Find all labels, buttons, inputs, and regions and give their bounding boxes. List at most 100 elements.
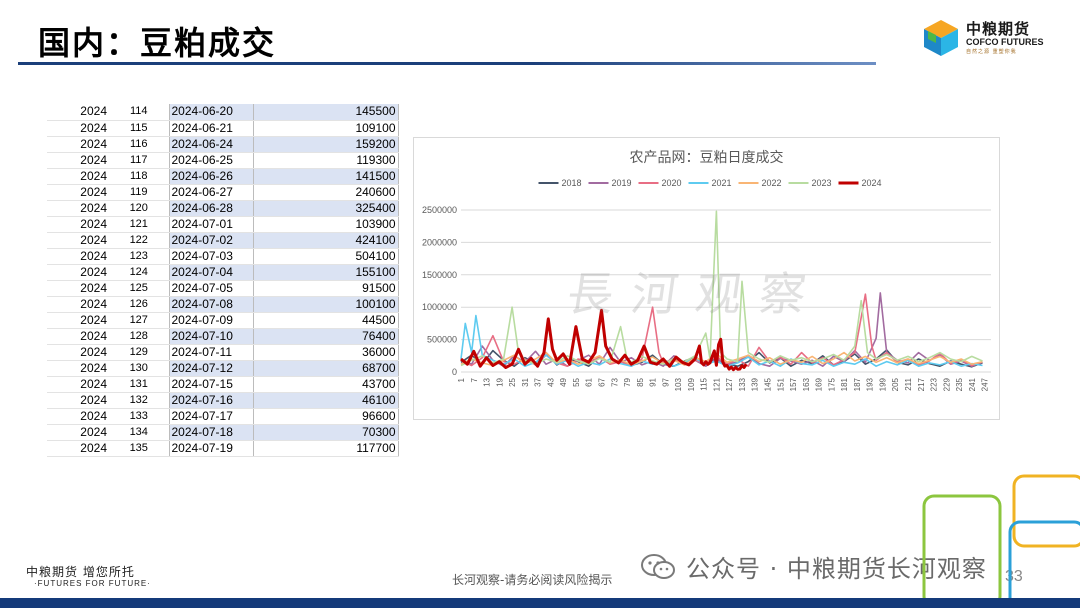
index-cell: 129: [109, 344, 169, 361]
index-cell: 132: [109, 392, 169, 409]
table-row: 2024 133 2024-07-17 96600: [47, 408, 399, 425]
index-cell: 131: [109, 376, 169, 393]
date-cell: 2024-07-11: [168, 344, 253, 361]
x-tick-label: 73: [610, 377, 619, 386]
table-row: 2024 132 2024-07-16 46100: [47, 392, 399, 409]
date-cell: 2024-07-16: [168, 392, 253, 409]
x-tick-label: 175: [827, 377, 836, 391]
x-tick-label: 97: [661, 377, 670, 386]
chart-panel: 0 500000 1000000 1500000 2000000 2500000 1 7 13 1…: [413, 137, 1000, 420]
date-cell: 2024-06-21: [168, 120, 253, 137]
footer-slogan-cn: 中粮期货 增您所托: [26, 565, 135, 579]
x-tick-label: 241: [968, 377, 977, 391]
table-row: 2024 120 2024-06-28 325400: [47, 200, 399, 217]
x-tick-label: 37: [534, 377, 543, 386]
table-row: 2024 117 2024-06-25 119300: [47, 152, 399, 169]
index-cell: 127: [109, 312, 169, 329]
decorative-frames: [922, 474, 1080, 598]
x-tick-label: 1: [457, 377, 466, 382]
volume-cell: 240600: [252, 184, 399, 201]
date-cell: 2024-07-10: [168, 328, 253, 345]
date-cell: 2024-07-08: [168, 296, 253, 313]
x-tick-label: 31: [521, 377, 530, 386]
x-tick-label: 235: [955, 377, 964, 391]
year-cell: 2024: [47, 344, 109, 361]
date-cell: 2024-06-26: [168, 168, 253, 185]
year-cell: 2024: [47, 104, 109, 121]
table-row: 2024 127 2024-07-09 44500: [47, 312, 399, 329]
logo-text-cn: 中粮期货: [966, 20, 1031, 38]
wechat-icon: [641, 554, 675, 579]
date-cell: 2024-06-28: [168, 200, 253, 217]
index-cell: 125: [109, 280, 169, 297]
volume-cell: 141500: [252, 168, 399, 185]
legend-label-2024: 2024: [862, 178, 882, 188]
y-tick-label: 2000000: [422, 237, 457, 247]
table-row: 2024 115 2024-06-21 109100: [47, 120, 399, 137]
x-tick-label: 67: [597, 377, 606, 386]
legend-label-2019: 2019: [612, 178, 632, 188]
table-row: 2024 116 2024-06-24 159200: [47, 136, 399, 153]
index-cell: 124: [109, 264, 169, 281]
volume-cell: 504100: [252, 248, 399, 265]
legend-label-2022: 2022: [762, 178, 782, 188]
x-tick-label: 145: [764, 377, 773, 391]
x-tick-label: 55: [572, 377, 581, 386]
year-cell: 2024: [47, 440, 109, 457]
year-cell: 2024: [47, 248, 109, 265]
index-cell: 130: [109, 360, 169, 377]
x-tick-label: 247: [981, 377, 990, 391]
table-row: 2024 126 2024-07-08 100100: [47, 296, 399, 313]
index-cell: 135: [109, 440, 169, 457]
x-tick-label: 187: [853, 377, 862, 391]
date-cell: 2024-06-24: [168, 136, 253, 153]
x-tick-label: 139: [751, 377, 760, 391]
table-row: 2024 123 2024-07-03 504100: [47, 248, 399, 265]
volume-cell: 424100: [252, 232, 399, 249]
index-cell: 117: [109, 152, 169, 169]
volume-cell: 44500: [252, 312, 399, 329]
volume-cell: 96600: [252, 408, 399, 425]
table-row: 2024 131 2024-07-15 43700: [47, 376, 399, 393]
x-tick-label: 181: [840, 377, 849, 391]
x-tick-label: 193: [866, 377, 875, 391]
x-tick-label: 19: [495, 377, 504, 386]
x-tick-label: 13: [483, 377, 492, 386]
table-row: 2024 134 2024-07-18 70300: [47, 424, 399, 441]
x-tick-label: 133: [738, 377, 747, 391]
x-tick-label: 103: [674, 377, 683, 391]
volume-cell: 119300: [252, 152, 399, 169]
index-cell: 126: [109, 296, 169, 313]
x-tick-label: 43: [546, 377, 555, 386]
legend-label-2021: 2021: [712, 178, 732, 188]
table-row: 2024 128 2024-07-10 76400: [47, 328, 399, 345]
index-cell: 120: [109, 200, 169, 217]
date-cell: 2024-07-01: [168, 216, 253, 233]
date-cell: 2024-07-09: [168, 312, 253, 329]
date-cell: 2024-07-05: [168, 280, 253, 297]
date-cell: 2024-06-25: [168, 152, 253, 169]
volume-cell: 109100: [252, 120, 399, 137]
year-cell: 2024: [47, 312, 109, 329]
chart-title: 农产品网：豆粕日度成交: [629, 150, 784, 166]
index-cell: 133: [109, 408, 169, 425]
y-tick-label: 500000: [427, 335, 457, 345]
year-cell: 2024: [47, 360, 109, 377]
x-tick-label: 49: [559, 377, 568, 386]
year-cell: 2024: [47, 184, 109, 201]
x-tick-label: 217: [917, 377, 926, 391]
date-cell: 2024-07-18: [168, 424, 253, 441]
x-tick-label: 115: [700, 377, 709, 390]
x-tick-label: 127: [725, 377, 734, 391]
x-tick-label: 151: [776, 377, 785, 391]
table-row: 2024 130 2024-07-12 68700: [47, 360, 399, 377]
y-tick-label: 1500000: [422, 270, 457, 280]
volume-cell: 159200: [252, 136, 399, 153]
volume-cell: 36000: [252, 344, 399, 361]
x-tick-label: 61: [585, 377, 594, 386]
index-cell: 121: [109, 216, 169, 233]
year-cell: 2024: [47, 296, 109, 313]
date-cell: 2024-07-15: [168, 376, 253, 393]
volume-cell: 117700: [252, 440, 399, 457]
logo-text-sub: 自然之源 重塑你我: [966, 49, 1017, 55]
